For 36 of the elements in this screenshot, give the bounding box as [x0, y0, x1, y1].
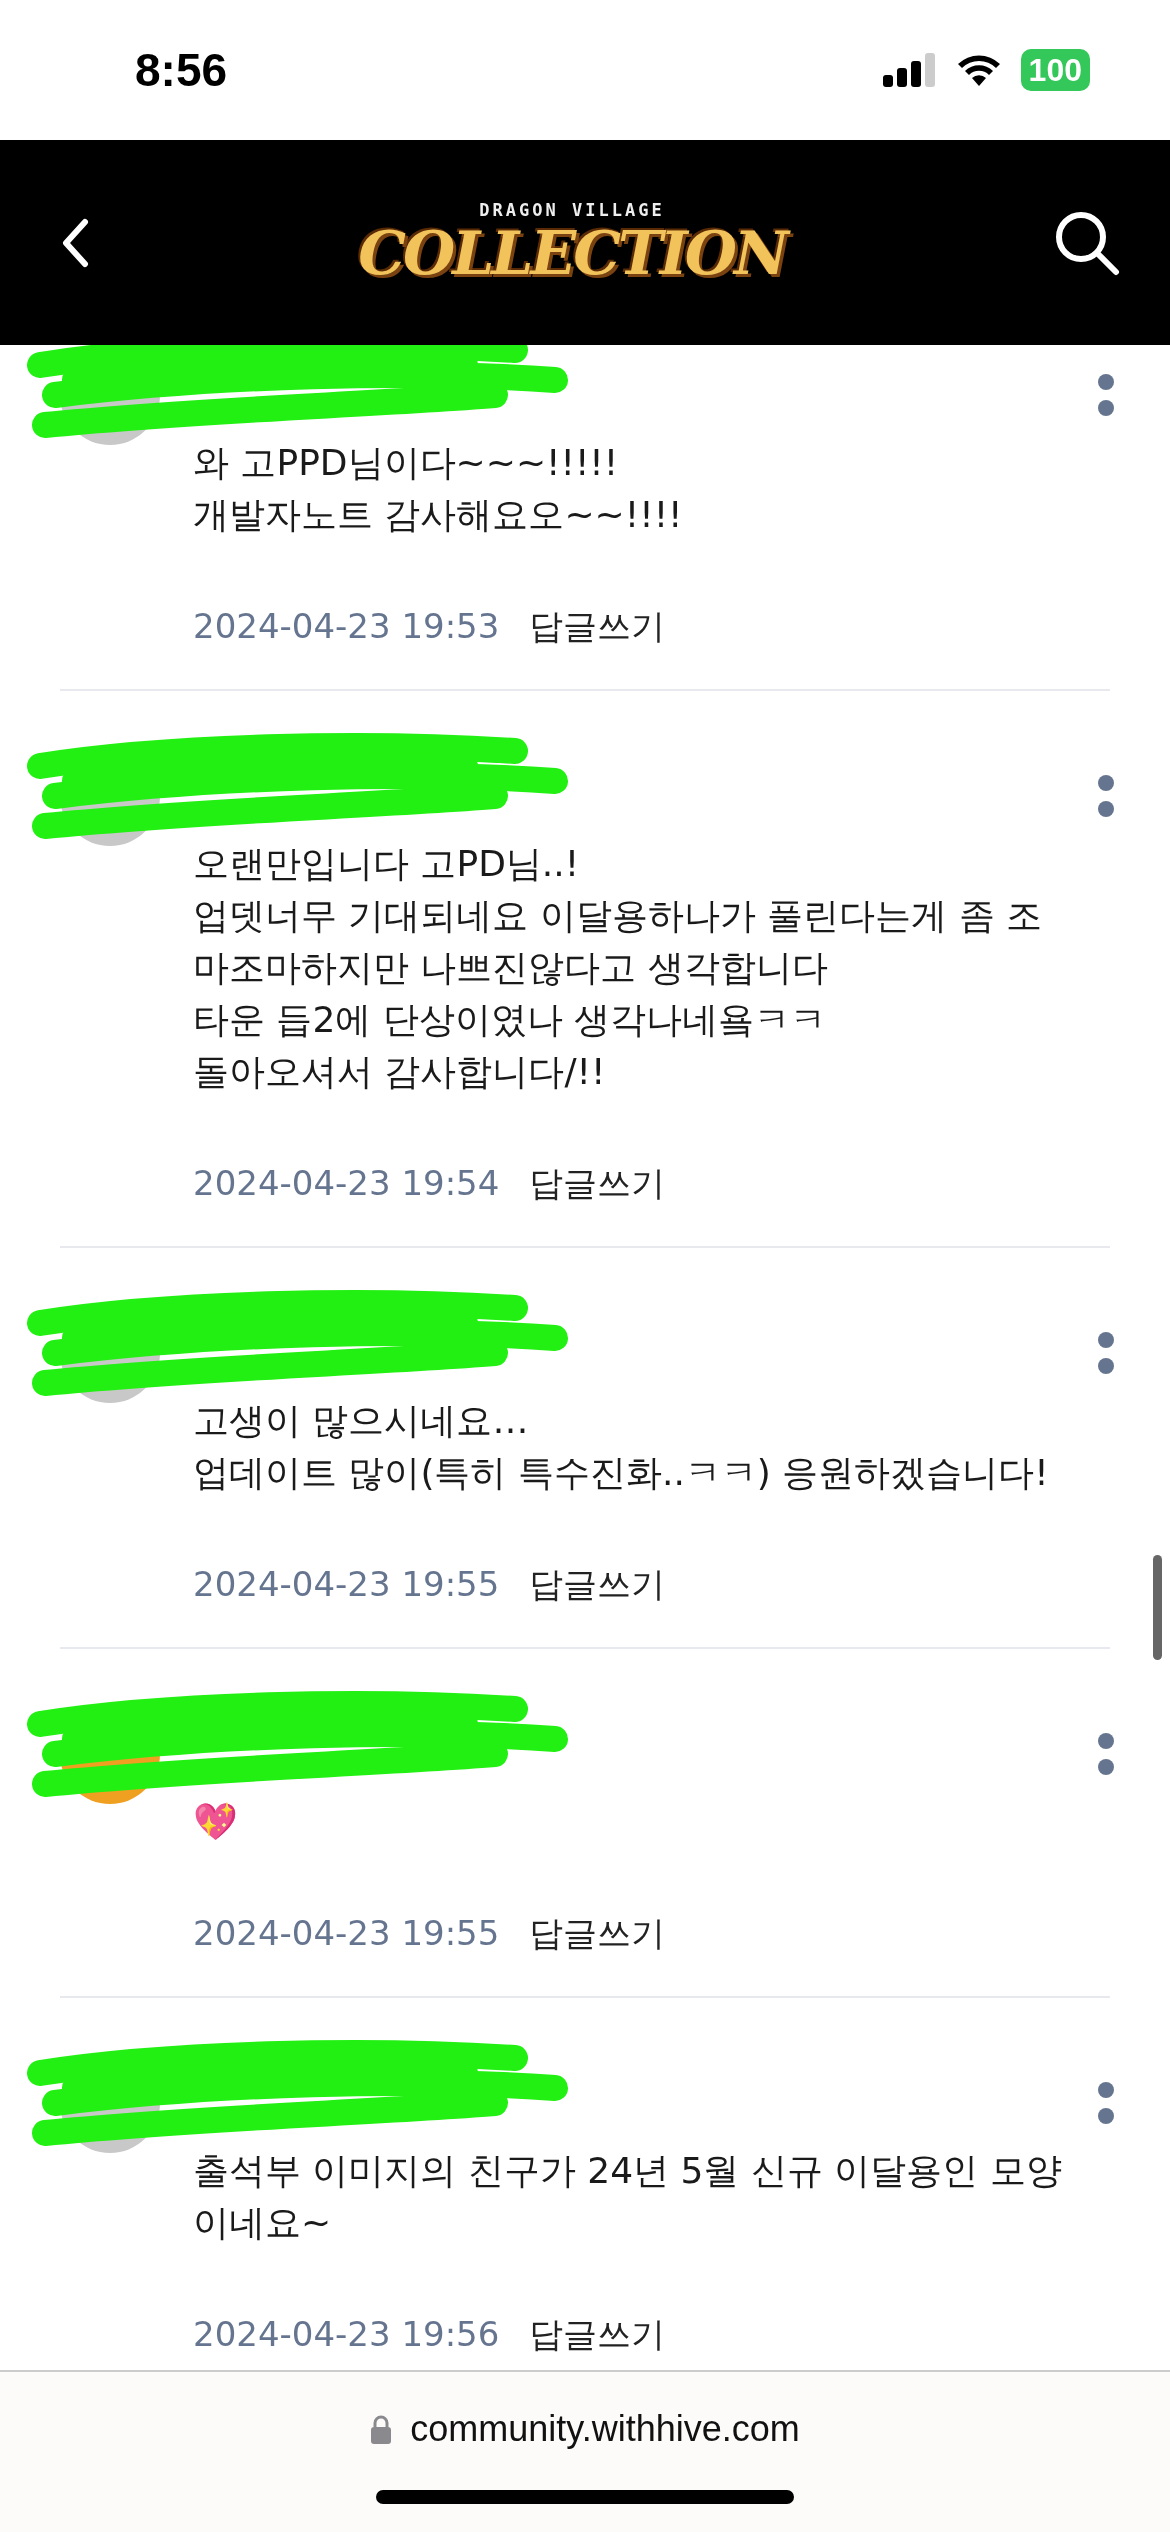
comment-text: 오랜만입니다 고PD님..!: [193, 842, 581, 886]
url-text[interactable]: community.withhive.com: [410, 2408, 800, 2450]
comment-text: 이네요~: [193, 2201, 333, 2245]
comment-text: 💖: [193, 1800, 239, 1844]
reply-link[interactable]: 답글쓰기: [529, 1158, 666, 1208]
reply-link[interactable]: 답글쓰기: [529, 1559, 666, 1609]
reply-link[interactable]: 답글쓰기: [529, 601, 666, 651]
comment-text: 개발자노트 감사해요오~~!!!!: [193, 493, 684, 537]
more-icon[interactable]: [1097, 1331, 1115, 1375]
comment-text: 출석부 이미지의 친구가 24년 5월 신규 이달용인 모양: [193, 2149, 1063, 2193]
more-icon[interactable]: [1097, 373, 1115, 417]
comment-date: 2024-04-23 19:55: [193, 1563, 500, 1606]
reply-link[interactable]: 답글쓰기: [529, 1908, 666, 1958]
search-icon[interactable]: [1054, 209, 1120, 276]
more-icon[interactable]: [1097, 1732, 1115, 1776]
scrollbar[interactable]: [1153, 1555, 1162, 1660]
more-icon[interactable]: [1097, 2081, 1115, 2125]
comment-date: 2024-04-23 19:56: [193, 2313, 500, 2356]
comment-text: 마조마하지만 나쁘진않다고 생각합니다: [193, 946, 829, 990]
comment-text: 업데이트 많이(특히 특수진화..ㅋㅋ) 응원하겠습니다!: [193, 1451, 1050, 1495]
battery-indicator: 100: [1020, 49, 1090, 91]
reply-link[interactable]: 답글쓰기: [529, 2309, 666, 2359]
back-icon[interactable]: [60, 217, 90, 268]
comment-text: 돌아오셔서 감사합니다/!!: [193, 1050, 607, 1094]
more-icon[interactable]: [1097, 774, 1115, 818]
signal-icon: [882, 53, 937, 87]
comment-date: 2024-04-23 19:54: [193, 1162, 500, 1205]
status-time: 8:56: [135, 43, 228, 97]
comment-text: 업뎃너무 기대되네요 이달용하나가 풀린다는게 좀 조: [193, 894, 1044, 938]
logo-subtitle: DRAGON VILLAGE: [479, 199, 665, 220]
comment-text: 고생이 많으시네요…: [193, 1399, 530, 1443]
comment-date: 2024-04-23 19:53: [193, 605, 500, 648]
comment-text: 타운 듭2에 단상이였나 생각나네욬ㅋㅋ: [193, 998, 828, 1042]
comment-date: 2024-04-23 19:55: [193, 1912, 500, 1955]
comment-text: 와 고PPD님이다~~~!!!!!: [193, 441, 620, 485]
lock-icon: [370, 2414, 393, 2444]
